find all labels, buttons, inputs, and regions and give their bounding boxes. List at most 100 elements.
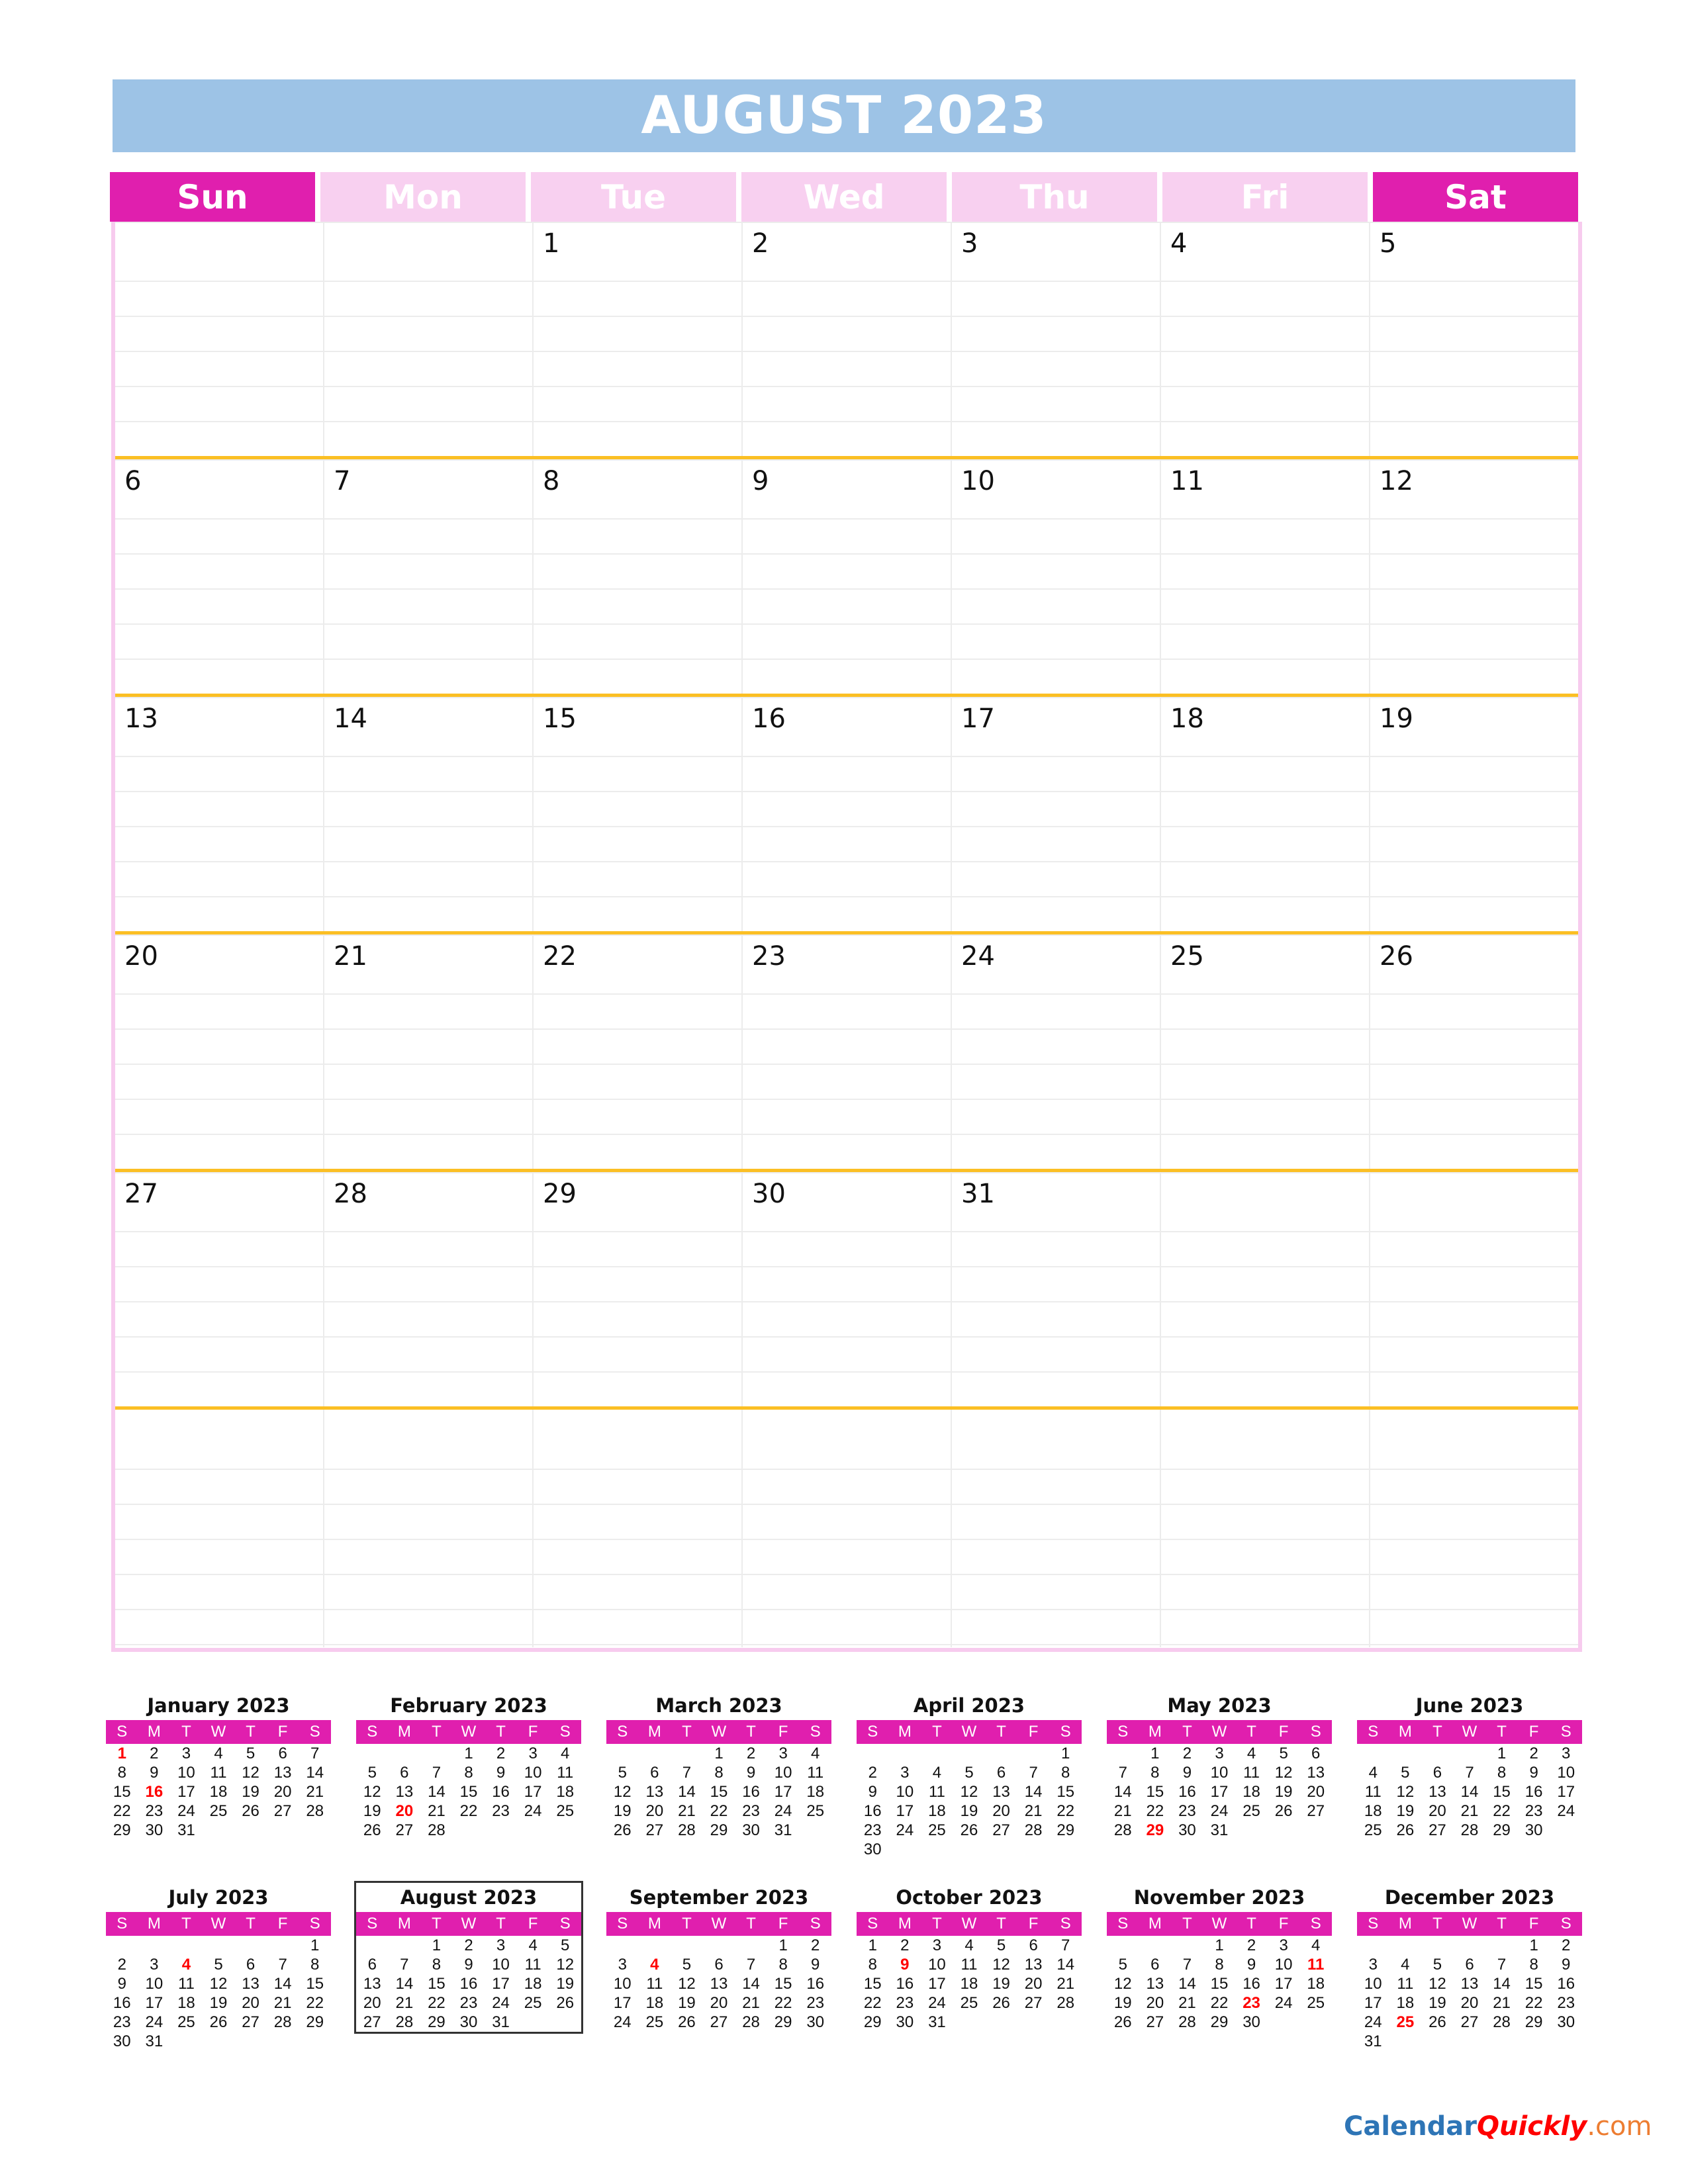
day-cell[interactable]: 26 <box>1370 934 1578 1169</box>
day-cell[interactable] <box>1370 1410 1578 1647</box>
mini-day: 17 <box>928 1975 946 1993</box>
mini-day: 2 <box>1246 1936 1256 1954</box>
day-cell[interactable]: 28 <box>324 1172 534 1406</box>
mini-day: 2 <box>496 1745 506 1762</box>
mini-calendar-title: May 2023 <box>1167 1694 1272 1717</box>
day-cell[interactable]: 1 <box>534 222 743 456</box>
mini-day: 7 <box>1061 1936 1070 1954</box>
mini-day: 20 <box>1307 1783 1325 1801</box>
day-cell[interactable]: 31 <box>952 1172 1161 1406</box>
day-cell[interactable]: 6 <box>115 459 324 694</box>
mini-day: 29 <box>710 1821 728 1839</box>
day-cell[interactable]: 13 <box>115 697 324 931</box>
mini-day: 4 <box>1401 1956 1410 1974</box>
mini-day: 16 <box>113 1994 131 2012</box>
day-cell[interactable] <box>115 1410 324 1647</box>
mini-weekday-label: F <box>528 1915 538 1933</box>
day-cell[interactable]: 23 <box>743 934 952 1169</box>
mini-day: 26 <box>613 1821 632 1839</box>
day-cell[interactable] <box>952 1410 1161 1647</box>
mini-day: 14 <box>306 1764 324 1782</box>
mini-day: 19 <box>992 1975 1010 1993</box>
mini-day: 16 <box>896 1975 914 1993</box>
day-cell[interactable]: 30 <box>743 1172 952 1406</box>
mini-day: 15 <box>1210 1975 1229 1993</box>
day-cell[interactable] <box>1161 1410 1370 1647</box>
mini-day: 21 <box>1024 1802 1043 1820</box>
mini-weekday-label: T <box>432 1915 442 1933</box>
day-cell[interactable]: 27 <box>115 1172 324 1406</box>
mini-weekday-label: S <box>1060 1723 1071 1741</box>
mini-day: 12 <box>1396 1783 1415 1801</box>
day-cell[interactable]: 17 <box>952 697 1161 931</box>
mini-day: 20 <box>1429 1802 1446 1820</box>
mini-day: 12 <box>960 1783 978 1801</box>
mini-weekday-label: M <box>147 1723 161 1741</box>
mini-day: 12 <box>1113 1975 1132 1993</box>
day-cell[interactable] <box>324 1410 534 1647</box>
mini-calendar-header: SMTWTFS <box>1357 1720 1582 1744</box>
mini-day: 5 <box>682 1956 692 1974</box>
mini-day: 21 <box>273 1994 292 2012</box>
mini-day: 30 <box>1243 2013 1260 2031</box>
mini-day: 24 <box>613 2013 632 2031</box>
mini-day: 6 <box>1465 1956 1474 1974</box>
day-cell[interactable]: 19 <box>1370 697 1578 931</box>
day-cell[interactable]: 25 <box>1161 934 1370 1169</box>
day-cell[interactable]: 10 <box>952 459 1161 694</box>
mini-day: 13 <box>1429 1783 1446 1801</box>
week-row: 6 7 8 9 10 11 12 <box>115 459 1578 697</box>
mini-day: 11 <box>557 1764 574 1782</box>
mini-day: 5 <box>246 1745 256 1762</box>
mini-empty-cell <box>1485 1936 1518 1955</box>
day-cell[interactable]: 3 <box>952 222 1161 456</box>
day-cell[interactable]: 9 <box>743 459 952 694</box>
day-cell[interactable]: 29 <box>534 1172 743 1406</box>
day-cell[interactable] <box>115 222 324 456</box>
site-logo[interactable]: CalendarQuickly.com <box>1344 2111 1652 2142</box>
mini-day: 6 <box>1029 1936 1038 1954</box>
day-cell[interactable]: 24 <box>952 934 1161 1169</box>
day-cell[interactable]: 12 <box>1370 459 1578 694</box>
mini-day: 8 <box>868 1956 877 1974</box>
day-cell[interactable]: 4 <box>1161 222 1370 456</box>
day-cell[interactable] <box>324 222 534 456</box>
mini-calendar: March 2023 S M T W T F S 1 2 3 4 5 6 7 8 9 10 11 12 13 14 15 16… <box>606 1691 831 1840</box>
mini-day: 7 <box>746 1956 756 1974</box>
mini-day: 22 <box>863 1994 882 2012</box>
day-cell[interactable]: 14 <box>324 697 534 931</box>
day-cell[interactable] <box>743 1410 952 1647</box>
day-cell[interactable]: 15 <box>534 697 743 931</box>
mini-empty-cell <box>985 1744 1017 1763</box>
day-cell[interactable]: 2 <box>743 222 952 456</box>
day-cell[interactable] <box>1370 1172 1578 1406</box>
day-cell[interactable]: 5 <box>1370 222 1578 456</box>
mini-day: 14 <box>1493 1975 1511 1993</box>
day-cell[interactable]: 8 <box>534 459 743 694</box>
mini-day: 24 <box>774 1802 792 1820</box>
mini-day: 29 <box>1056 1821 1075 1839</box>
day-cell[interactable]: 21 <box>324 934 534 1169</box>
day-cell[interactable]: 7 <box>324 459 534 694</box>
day-cell[interactable]: 11 <box>1161 459 1370 694</box>
mini-day: 15 <box>774 1975 792 1993</box>
day-cell[interactable] <box>534 1410 743 1647</box>
day-cell[interactable]: 22 <box>534 934 743 1169</box>
mini-day: 24 <box>1210 1802 1229 1820</box>
day-cell[interactable] <box>1161 1172 1370 1406</box>
mini-day: 17 <box>524 1783 542 1801</box>
day-number: 20 <box>124 941 158 972</box>
day-cell[interactable]: 20 <box>115 934 324 1169</box>
mini-calendar-header: SMTWTFS <box>1107 1720 1332 1744</box>
mini-day: 16 <box>459 1975 478 1993</box>
mini-day: 19 <box>1113 1994 1132 2012</box>
day-number: 28 <box>334 1179 367 1209</box>
mini-day: 25 <box>177 2013 195 2031</box>
mini-day: 16 <box>1243 1975 1260 1993</box>
day-cell[interactable]: 16 <box>743 697 952 931</box>
mini-day: 29 <box>774 2013 792 2031</box>
mini-weekday-label: F <box>1528 1723 1539 1741</box>
mini-day: 9 <box>496 1764 506 1782</box>
mini-weekday-label: W <box>461 1723 477 1741</box>
day-cell[interactable]: 18 <box>1161 697 1370 931</box>
